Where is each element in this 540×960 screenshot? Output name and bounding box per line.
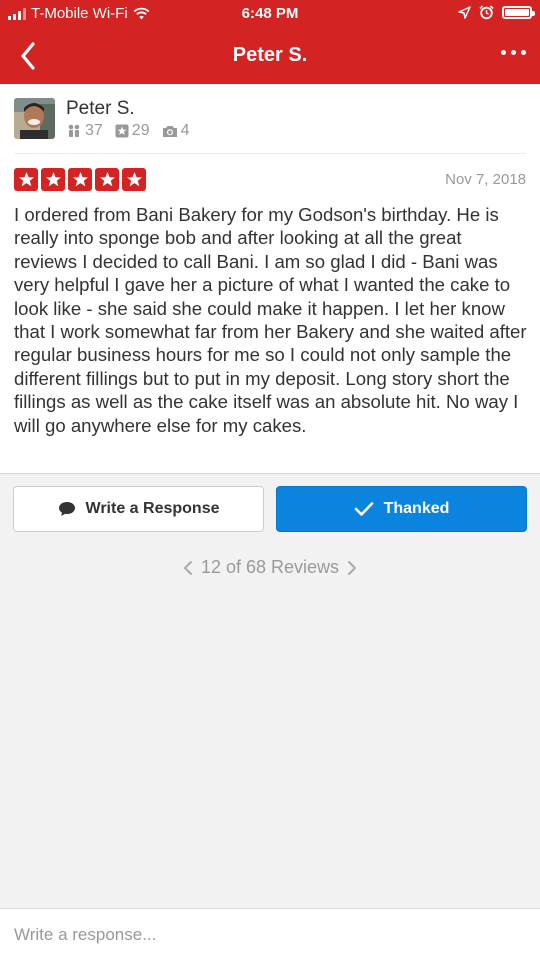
star-rating [14,168,146,191]
response-input[interactable] [0,909,540,960]
avatar[interactable] [14,98,55,139]
status-bar: T-Mobile Wi-Fi 6:48 PM [0,0,540,28]
checkmark-icon [354,502,373,516]
friends-count: 37 [85,122,103,139]
review-pager: 12 of 68 Reviews [0,557,540,578]
review-text: I ordered from Bani Bakery for my Godson… [14,204,527,436]
battery-icon [502,6,535,19]
location-arrow-icon [458,6,471,19]
photo-count: 4 [180,122,190,139]
write-response-button[interactable]: Write a Response [13,486,264,532]
chevron-left-icon [183,560,192,575]
more-button[interactable] [501,44,526,61]
camera-icon [162,126,177,137]
next-review-button[interactable] [347,560,357,576]
review-count: 29 [131,122,150,139]
status-right [458,5,535,20]
star-icon [122,168,146,191]
alarm-icon [479,5,494,20]
reviewer-stats: 37 29 4 [66,122,190,140]
previous-review-button[interactable] [183,560,193,576]
star-icon [95,168,119,191]
review-card: Peter S. 37 29 4 Nov 7, 2018 I ordered f… [0,84,540,474]
write-response-label: Write a Response [85,500,220,517]
pager-label: 12 of 68 Reviews [200,557,340,577]
more-horizontal-icon [501,50,506,55]
thanked-label: Thanked [383,500,450,517]
reviewer-row[interactable]: Peter S. 37 29 4 [14,98,526,154]
speech-bubble-icon [58,502,75,516]
page-title: Peter S. [232,44,308,66]
review-date: Nov 7, 2018 [445,171,526,188]
chevron-right-icon [348,560,357,575]
star-icon [14,168,38,191]
nav-bar: Peter S. [0,28,540,84]
thanked-button[interactable]: Thanked [276,486,527,532]
star-icon [41,168,65,191]
star-icon [68,168,92,191]
response-bar [0,908,540,960]
friends-icon [68,124,80,137]
review-count-icon [115,124,129,138]
reviewer-name[interactable]: Peter S. [66,98,135,120]
